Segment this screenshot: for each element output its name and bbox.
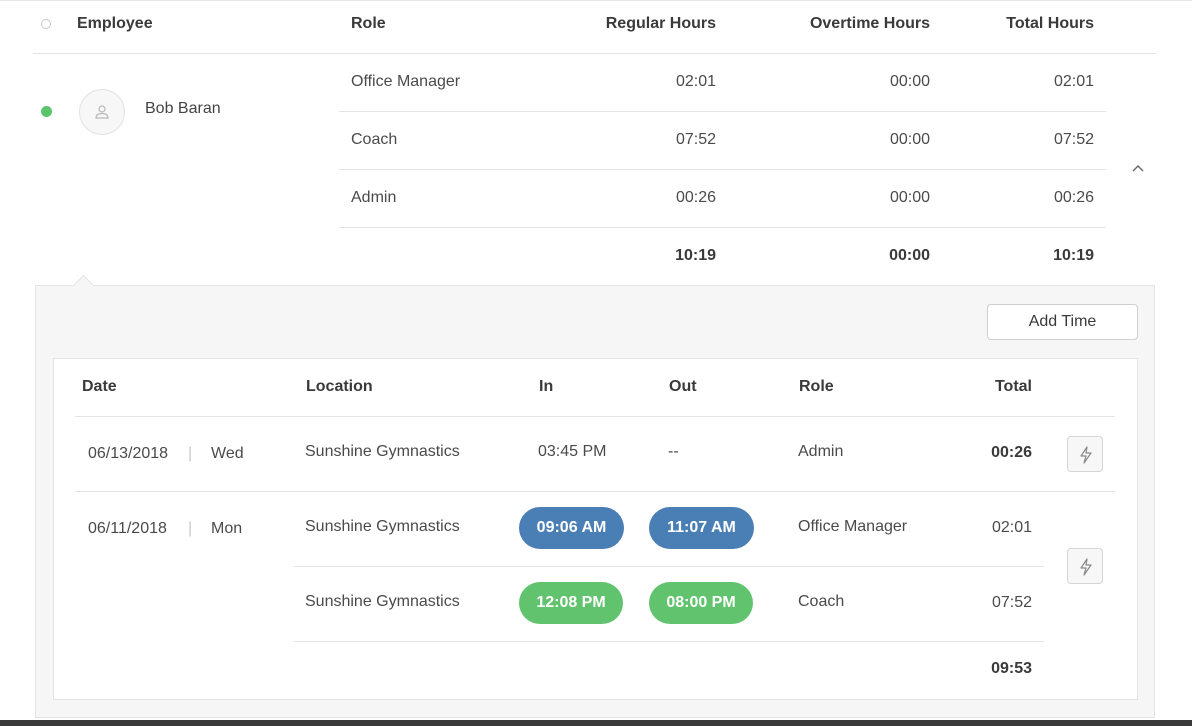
role-regular: 07:52 <box>675 131 716 148</box>
entry-total: 07:52 <box>991 594 1032 611</box>
total-overtime: 00:00 <box>889 247 930 264</box>
quick-action-button[interactable] <box>1067 548 1103 584</box>
role-regular: 00:26 <box>675 189 716 206</box>
lightning-icon <box>1080 558 1092 576</box>
entry-divider <box>75 491 1115 492</box>
total-hours: 10:19 <box>1053 247 1094 264</box>
user-icon <box>95 105 109 119</box>
entries-header-divider <box>75 416 1115 417</box>
entry-day: Mon <box>211 520 243 537</box>
role-overtime: 00:00 <box>889 189 930 206</box>
role-total: 07:52 <box>1053 131 1094 148</box>
entry-location: Sunshine Gymnastics <box>305 593 460 610</box>
role-regular: 02:01 <box>675 73 716 90</box>
entry-role: Admin <box>798 443 844 460</box>
header-overtime-hours[interactable]: Overtime Hours <box>760 15 930 33</box>
avatar <box>79 89 125 135</box>
entry-role: Office Manager <box>798 518 908 535</box>
col-date: Date <box>82 378 117 395</box>
role-overtime: 00:00 <box>889 131 930 148</box>
col-in: In <box>539 378 554 395</box>
col-location: Location <box>306 378 373 395</box>
header-employee[interactable]: Employee <box>77 15 153 33</box>
row-divider <box>339 169 1106 170</box>
header-regular-hours[interactable]: Regular Hours <box>556 15 716 33</box>
entry-location: Sunshine Gymnastics <box>305 518 460 535</box>
top-border <box>0 0 1192 1</box>
clock-in-pill[interactable]: 12:08 PM <box>519 582 623 624</box>
entry-day: Wed <box>211 445 244 462</box>
role-total: 02:01 <box>1053 73 1094 90</box>
row-divider <box>339 111 1106 112</box>
role-total: 00:26 <box>1053 189 1094 206</box>
entry-total: 00:26 <box>991 444 1032 461</box>
header-total-hours[interactable]: Total Hours <box>944 15 1094 33</box>
day-total: 09:53 <box>991 660 1032 677</box>
role-overtime: 00:00 <box>889 73 930 90</box>
row-divider <box>339 227 1106 228</box>
entry-date: 06/13/2018 <box>88 445 169 462</box>
entry-date: 06/11/2018 <box>88 520 167 537</box>
role-name: Admin <box>351 189 397 206</box>
entry-location: Sunshine Gymnastics <box>305 443 460 460</box>
date-separator: | <box>188 520 193 537</box>
entry-role: Coach <box>798 593 845 610</box>
header-role[interactable]: Role <box>351 15 386 33</box>
clock-in-pill[interactable]: 09:06 AM <box>519 507 624 549</box>
shift-divider <box>294 641 1044 642</box>
status-dot <box>41 106 52 117</box>
entry-in: 03:45 PM <box>538 443 607 460</box>
clock-out-pill[interactable]: 11:07 AM <box>649 507 754 549</box>
col-total: Total <box>994 378 1032 395</box>
shift-divider <box>294 566 1044 567</box>
col-role: Role <box>799 378 834 395</box>
col-out: Out <box>669 378 697 395</box>
add-time-button[interactable]: Add Time <box>987 304 1138 340</box>
entry-out: -- <box>668 443 679 460</box>
chevron-up-icon[interactable] <box>1131 163 1145 173</box>
lightning-icon <box>1080 446 1092 464</box>
header-divider <box>33 53 1156 54</box>
clock-out-pill[interactable]: 08:00 PM <box>649 582 753 624</box>
role-name: Office Manager <box>351 73 461 90</box>
total-regular: 10:19 <box>675 247 716 264</box>
employee-name[interactable]: Bob Baran <box>145 100 221 118</box>
entry-total: 02:01 <box>991 519 1032 536</box>
select-all-radio[interactable] <box>41 19 51 29</box>
role-name: Coach <box>351 131 398 148</box>
window-bottom-edge <box>0 720 1192 726</box>
date-separator: | <box>188 445 193 462</box>
quick-action-button[interactable] <box>1067 436 1103 472</box>
